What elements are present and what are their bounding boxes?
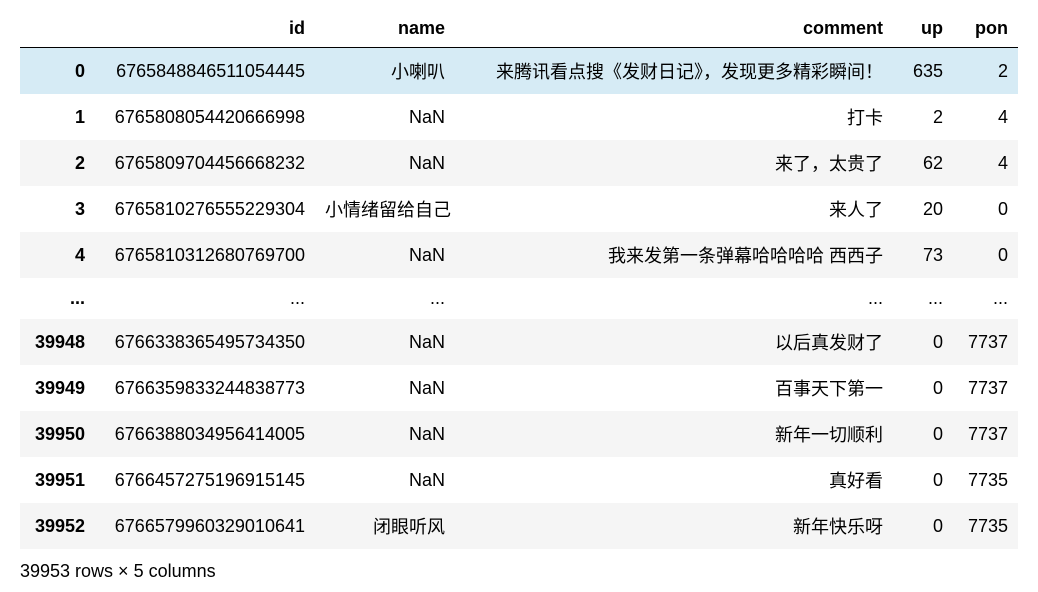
cell-index: 4 bbox=[20, 232, 95, 278]
ellipsis-cell: ... bbox=[455, 278, 893, 319]
shape-footer: 39953 rows × 5 columns bbox=[20, 561, 1018, 582]
cell-index: 0 bbox=[20, 48, 95, 95]
cell-name: NaN bbox=[315, 140, 455, 186]
cell-up: 0 bbox=[893, 319, 953, 365]
cell-up: 0 bbox=[893, 365, 953, 411]
cell-pon: 0 bbox=[953, 232, 1018, 278]
cell-id: 6766457275196915145 bbox=[95, 457, 315, 503]
table-row: 26765809704456668232NaN来了，太贵了624 bbox=[20, 140, 1018, 186]
cell-name: NaN bbox=[315, 457, 455, 503]
cell-pon: 4 bbox=[953, 140, 1018, 186]
cell-index: 1 bbox=[20, 94, 95, 140]
cell-id: 6765848846511054445 bbox=[95, 48, 315, 95]
cell-up: 0 bbox=[893, 411, 953, 457]
cell-up: 635 bbox=[893, 48, 953, 95]
table-row: 399516766457275196915145NaN真好看07735 bbox=[20, 457, 1018, 503]
cell-pon: 7737 bbox=[953, 319, 1018, 365]
ellipsis-cell: ... bbox=[953, 278, 1018, 319]
ellipsis-row: .................. bbox=[20, 278, 1018, 319]
cell-name: 小情绪留给自己 bbox=[315, 186, 455, 232]
cell-index: 39950 bbox=[20, 411, 95, 457]
cell-comment: 来人了 bbox=[455, 186, 893, 232]
cell-name: NaN bbox=[315, 94, 455, 140]
col-index bbox=[20, 10, 95, 48]
table-row: 36765810276555229304小情绪留给自己来人了200 bbox=[20, 186, 1018, 232]
dataframe-table: id name comment up pon 06765848846511054… bbox=[20, 10, 1018, 549]
cell-pon: 2 bbox=[953, 48, 1018, 95]
cell-up: 20 bbox=[893, 186, 953, 232]
table-body: 06765848846511054445小喇叭来腾讯看点搜《发财日记》，发现更多… bbox=[20, 48, 1018, 550]
cell-pon: 7737 bbox=[953, 365, 1018, 411]
col-up: up bbox=[893, 10, 953, 48]
cell-id: 6766388034956414005 bbox=[95, 411, 315, 457]
cell-id: 6765810276555229304 bbox=[95, 186, 315, 232]
cell-up: 2 bbox=[893, 94, 953, 140]
cell-up: 0 bbox=[893, 457, 953, 503]
cell-up: 73 bbox=[893, 232, 953, 278]
cell-id: 6765810312680769700 bbox=[95, 232, 315, 278]
ellipsis-cell: ... bbox=[95, 278, 315, 319]
ellipsis-cell: ... bbox=[315, 278, 455, 319]
cell-comment: 新年快乐呀 bbox=[455, 503, 893, 549]
cell-up: 62 bbox=[893, 140, 953, 186]
table-row: 399526766579960329010641闭眼听风新年快乐呀07735 bbox=[20, 503, 1018, 549]
cell-index: 3 bbox=[20, 186, 95, 232]
ellipsis-cell: ... bbox=[893, 278, 953, 319]
cell-pon: 7735 bbox=[953, 503, 1018, 549]
table-row: 399486766338365495734350NaN以后真发财了07737 bbox=[20, 319, 1018, 365]
cell-comment: 我来发第一条弹幕哈哈哈哈 西西子 bbox=[455, 232, 893, 278]
cell-name: NaN bbox=[315, 319, 455, 365]
cell-id: 6766338365495734350 bbox=[95, 319, 315, 365]
cell-id: 6766359833244838773 bbox=[95, 365, 315, 411]
col-id: id bbox=[95, 10, 315, 48]
cell-pon: 0 bbox=[953, 186, 1018, 232]
header-row: id name comment up pon bbox=[20, 10, 1018, 48]
cell-index: 39948 bbox=[20, 319, 95, 365]
table-row: 16765808054420666998NaN打卡24 bbox=[20, 94, 1018, 140]
col-pon: pon bbox=[953, 10, 1018, 48]
cell-id: 6765809704456668232 bbox=[95, 140, 315, 186]
table-row: 399496766359833244838773NaN百事天下第一07737 bbox=[20, 365, 1018, 411]
table-row: 06765848846511054445小喇叭来腾讯看点搜《发财日记》，发现更多… bbox=[20, 48, 1018, 95]
ellipsis-cell: ... bbox=[20, 278, 95, 319]
table-row: 399506766388034956414005NaN新年一切顺利07737 bbox=[20, 411, 1018, 457]
cell-id: 6766579960329010641 bbox=[95, 503, 315, 549]
cell-id: 6765808054420666998 bbox=[95, 94, 315, 140]
cell-comment: 新年一切顺利 bbox=[455, 411, 893, 457]
cell-pon: 7737 bbox=[953, 411, 1018, 457]
cell-name: NaN bbox=[315, 365, 455, 411]
col-name: name bbox=[315, 10, 455, 48]
table-row: 46765810312680769700NaN我来发第一条弹幕哈哈哈哈 西西子7… bbox=[20, 232, 1018, 278]
col-comment: comment bbox=[455, 10, 893, 48]
cell-comment: 来腾讯看点搜《发财日记》，发现更多精彩瞬间！ bbox=[455, 48, 893, 95]
cell-name: NaN bbox=[315, 232, 455, 278]
cell-name: 小喇叭 bbox=[315, 48, 455, 95]
cell-up: 0 bbox=[893, 503, 953, 549]
cell-index: 39952 bbox=[20, 503, 95, 549]
cell-name: NaN bbox=[315, 411, 455, 457]
cell-name: 闭眼听风 bbox=[315, 503, 455, 549]
cell-index: 2 bbox=[20, 140, 95, 186]
cell-index: 39949 bbox=[20, 365, 95, 411]
cell-pon: 7735 bbox=[953, 457, 1018, 503]
cell-index: 39951 bbox=[20, 457, 95, 503]
cell-comment: 百事天下第一 bbox=[455, 365, 893, 411]
cell-comment: 以后真发财了 bbox=[455, 319, 893, 365]
cell-comment: 来了，太贵了 bbox=[455, 140, 893, 186]
cell-pon: 4 bbox=[953, 94, 1018, 140]
cell-comment: 打卡 bbox=[455, 94, 893, 140]
cell-comment: 真好看 bbox=[455, 457, 893, 503]
